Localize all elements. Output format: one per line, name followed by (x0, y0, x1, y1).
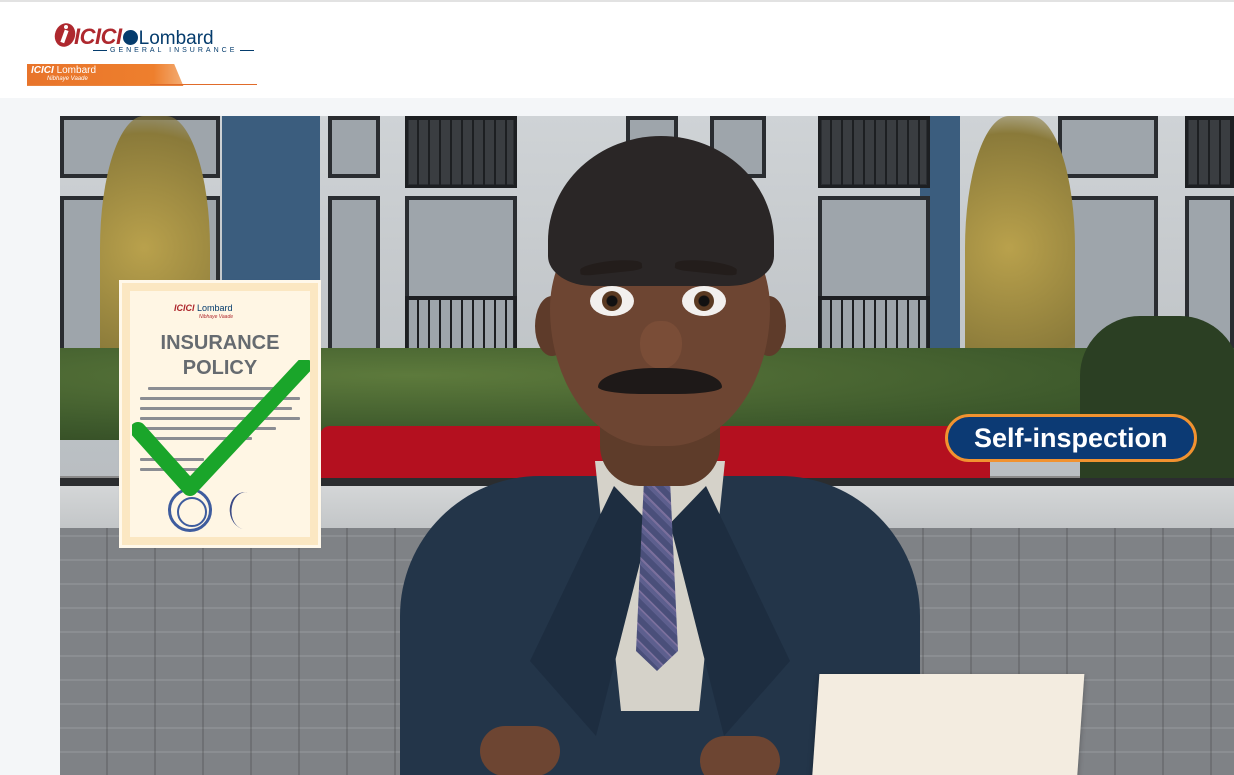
policy-logo-icici: ICICI (174, 303, 195, 313)
banner-underline (150, 84, 257, 85)
eye-left (590, 286, 634, 316)
logo-subtitle: GENERAL INSURANCE (90, 47, 257, 54)
icici-lombard-logo[interactable]: ICICI Lombard GENERAL INSURANCE (50, 20, 250, 60)
mustache (598, 368, 722, 394)
lombard-c-icon (122, 30, 138, 45)
policy-card-logo: ICICI Lombard (174, 303, 233, 313)
self-inspection-caption: Self-inspection (945, 414, 1197, 462)
hair (548, 136, 774, 286)
banner-tagline: Nibhaye Vaade (47, 76, 88, 82)
window (1058, 116, 1158, 178)
bush (1080, 316, 1234, 496)
window (328, 116, 380, 178)
held-paper (810, 674, 1085, 775)
policy-title-line1: INSURANCE (160, 332, 280, 354)
hand-left (480, 726, 560, 775)
green-checkmark-icon (132, 360, 310, 496)
logo-icici-text: ICICI (74, 24, 122, 49)
logo-lombard-text: Lombard (138, 28, 214, 49)
policy-logo-tagline: Nibhaye Vaade (199, 314, 234, 320)
banner-icici-text: ICICI (31, 65, 54, 76)
nose (640, 321, 682, 369)
tagline-banner: ICICI Lombard Nibhaye Vaade (27, 64, 184, 86)
balcony-railing (1185, 116, 1234, 188)
window (328, 196, 380, 356)
banner-lombard-text: Lombard (56, 65, 97, 76)
policy-logo-lombard: Lombard (197, 303, 233, 313)
top-border (0, 0, 1234, 2)
presenter-character (400, 136, 1085, 775)
banner-wordmark: ICICI Lombard (31, 65, 96, 76)
hand-right (700, 736, 780, 775)
eye-right (682, 286, 726, 316)
